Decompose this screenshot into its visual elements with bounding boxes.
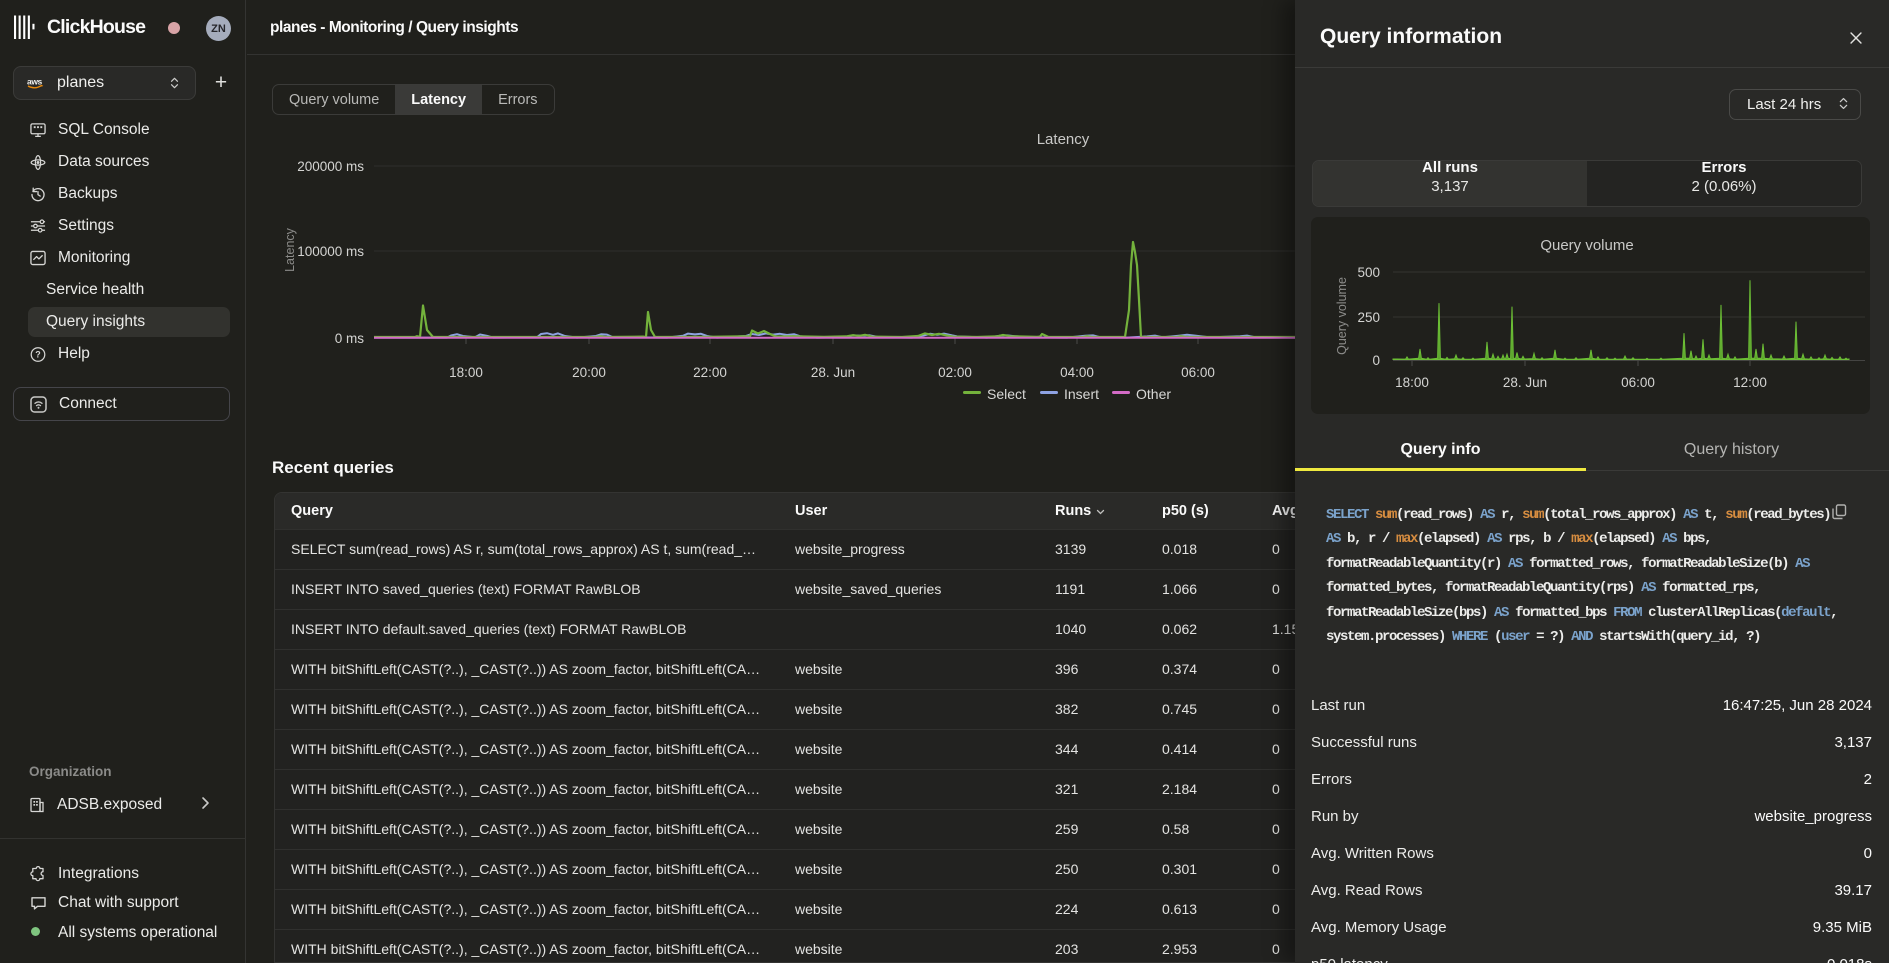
svg-text:?: ?	[35, 349, 40, 359]
svg-text:06:00: 06:00	[1621, 375, 1655, 390]
svg-text:Latency: Latency	[283, 227, 297, 272]
svg-text:18:00: 18:00	[449, 365, 483, 380]
svg-text:250: 250	[1357, 310, 1380, 325]
svg-text:06:00: 06:00	[1181, 365, 1215, 380]
svg-text:Query volume: Query volume	[1540, 237, 1633, 254]
svg-text:02:00: 02:00	[938, 365, 972, 380]
svg-text:28. Jun: 28. Jun	[811, 365, 855, 380]
svg-text:18:00: 18:00	[1395, 375, 1429, 390]
svg-text:200000 ms: 200000 ms	[297, 159, 364, 174]
svg-text:Other: Other	[1136, 386, 1171, 402]
svg-text:Select: Select	[987, 386, 1026, 402]
svg-text:500: 500	[1357, 265, 1380, 280]
svg-text:20:00: 20:00	[572, 365, 606, 380]
svg-text:aws: aws	[27, 77, 43, 87]
svg-text:0: 0	[1372, 353, 1380, 368]
svg-text:12:00: 12:00	[1733, 375, 1767, 390]
svg-text:04:00: 04:00	[1060, 365, 1094, 380]
svg-text:100000 ms: 100000 ms	[297, 244, 364, 259]
svg-text:22:00: 22:00	[693, 365, 727, 380]
svg-text:0 ms: 0 ms	[335, 331, 365, 346]
svg-text:28. Jun: 28. Jun	[1503, 375, 1547, 390]
svg-text:Latency: Latency	[1037, 131, 1090, 148]
svg-text:Insert: Insert	[1064, 386, 1099, 402]
svg-text:Query volume: Query volume	[1335, 277, 1349, 355]
